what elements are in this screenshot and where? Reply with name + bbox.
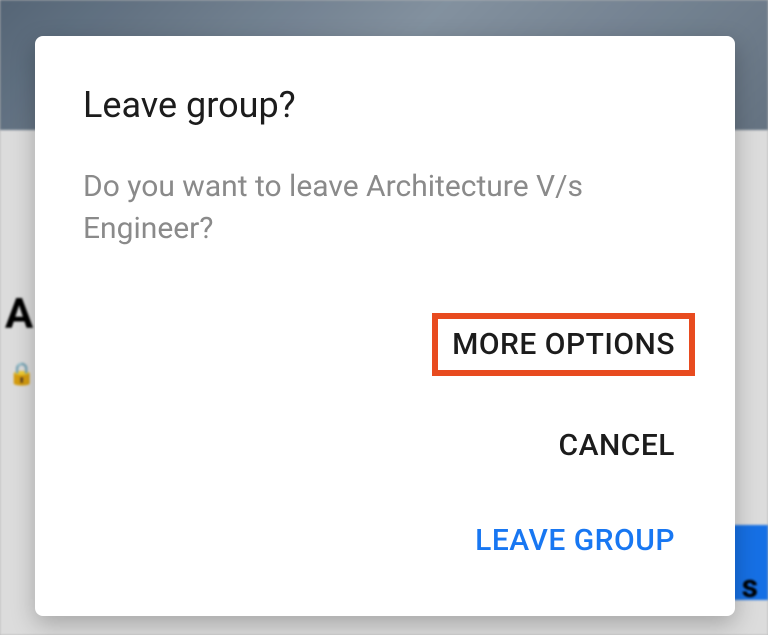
dialog-actions: MORE OPTIONS CANCEL LEAVE GROUP xyxy=(83,313,687,596)
dialog-title: Leave group? xyxy=(83,84,687,126)
leave-group-dialog: Leave group? Do you want to leave Archit… xyxy=(35,36,735,616)
leave-group-button[interactable]: LEAVE GROUP xyxy=(463,515,687,566)
dialog-message: Do you want to leave Architecture V/s En… xyxy=(83,166,687,250)
cancel-button[interactable]: CANCEL xyxy=(547,420,688,471)
more-options-button[interactable]: MORE OPTIONS xyxy=(432,313,695,376)
